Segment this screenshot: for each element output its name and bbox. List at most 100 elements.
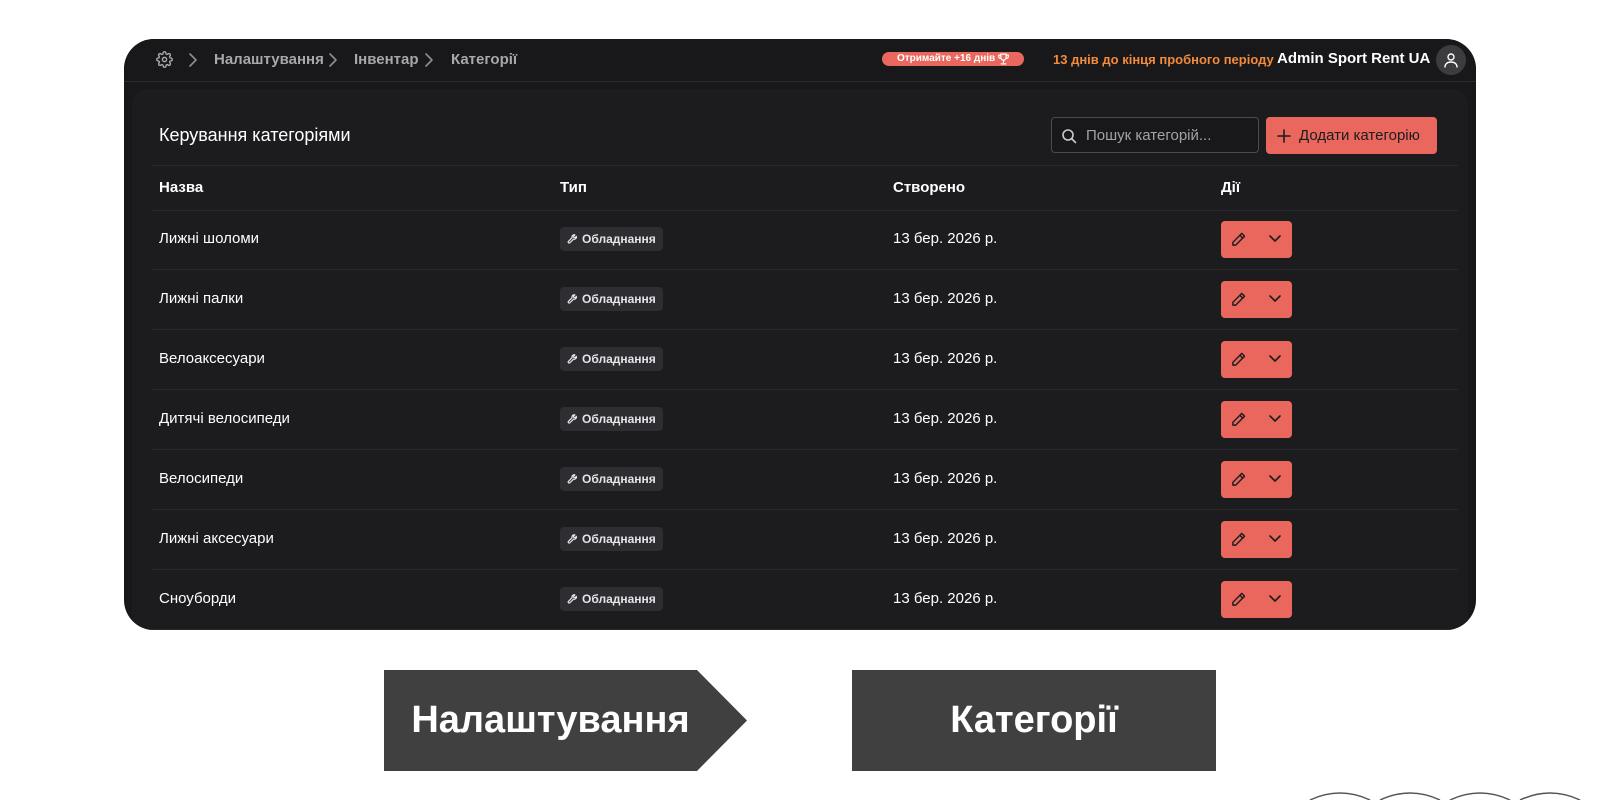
plus-icon	[1277, 129, 1291, 143]
row-actions	[1221, 221, 1292, 258]
pencil-icon	[1232, 532, 1246, 546]
category-name: Лижні шоломи	[159, 230, 260, 247]
table-row: Дитячі велосипеди Обладнання 13 бер. 2026 …	[151, 390, 1458, 450]
table-row: Лижні аксесуари Обладнання 13 бер. 2026 р.	[151, 510, 1458, 570]
created-date: 13 бер. 2026 р.	[893, 590, 998, 607]
table-row: Лижні палки Обладнання 13 бер. 2026 р.	[151, 270, 1458, 330]
category-name: Лижні палки	[159, 290, 244, 307]
app-window: Налаштування Інвентар Категорії Отримайт…	[124, 39, 1476, 630]
row-actions	[1221, 521, 1292, 558]
more-actions-button[interactable]	[1257, 461, 1292, 498]
chevron-right-icon	[425, 53, 433, 67]
type-badge: Обладнання	[560, 527, 663, 551]
categories-callout: Категорії	[852, 670, 1216, 771]
pencil-icon	[1232, 412, 1246, 426]
chevron-down-icon	[1269, 415, 1281, 422]
breadcrumb-inventory[interactable]: Інвентар	[354, 50, 419, 70]
trophy-icon	[998, 53, 1009, 65]
category-name: Велоаксесуари	[159, 350, 265, 367]
wrench-icon	[567, 414, 577, 424]
column-header-name: Назва	[159, 179, 204, 196]
edit-button[interactable]	[1221, 401, 1256, 438]
company-name: Admin Sport Rent UA	[1277, 50, 1431, 67]
pencil-icon	[1232, 352, 1246, 366]
more-actions-button[interactable]	[1257, 581, 1292, 618]
edit-button[interactable]	[1221, 281, 1256, 318]
type-badge: Обладнання	[560, 587, 663, 611]
type-label: Обладнання	[582, 232, 656, 246]
more-actions-button[interactable]	[1257, 521, 1292, 558]
type-badge: Обладнання	[560, 407, 663, 431]
top-bar: Налаштування Інвентар Категорії Отримайт…	[124, 39, 1476, 82]
more-actions-button[interactable]	[1257, 341, 1292, 378]
table-header: Назва Тип Створено Дії	[151, 165, 1458, 211]
edit-button[interactable]	[1221, 341, 1256, 378]
more-actions-button[interactable]	[1257, 221, 1292, 258]
chevron-down-icon	[1269, 595, 1281, 602]
edit-button[interactable]	[1221, 221, 1256, 258]
type-badge: Обладнання	[560, 467, 663, 491]
search-input[interactable]	[1086, 118, 1252, 152]
wrench-icon	[567, 294, 577, 304]
created-date: 13 бер. 2026 р.	[893, 470, 998, 487]
type-label: Обладнання	[582, 352, 656, 366]
chevron-down-icon	[1269, 355, 1281, 362]
categories-panel: Керування категоріями Додати категорію Н…	[132, 89, 1468, 630]
more-actions-button[interactable]	[1257, 281, 1292, 318]
breadcrumb-settings[interactable]: Налаштування	[214, 50, 324, 70]
chevron-right-icon	[329, 53, 337, 67]
wrench-icon	[567, 534, 577, 544]
type-badge: Обладнання	[560, 287, 663, 311]
category-name: Дитячі велосипеди	[159, 410, 290, 427]
type-label: Обладнання	[582, 292, 656, 306]
pencil-icon	[1232, 232, 1246, 246]
pencil-icon	[1232, 592, 1246, 606]
column-header-type: Тип	[560, 179, 587, 196]
trial-remaining-text[interactable]: 13 днів до кінця пробного періоду	[1053, 50, 1274, 70]
pencil-icon	[1232, 292, 1246, 306]
settings-callout-label: Налаштування	[411, 699, 690, 741]
add-category-button[interactable]: Додати категорію	[1266, 117, 1437, 154]
gear-icon[interactable]	[156, 51, 173, 68]
edit-button[interactable]	[1221, 581, 1256, 618]
user-avatar[interactable]	[1436, 45, 1466, 75]
decorative-arcs	[1309, 792, 1581, 800]
add-category-label: Додати категорію	[1299, 127, 1420, 144]
search-box[interactable]	[1051, 117, 1259, 153]
breadcrumb-categories: Категорії	[451, 51, 518, 68]
created-date: 13 бер. 2026 р.	[893, 530, 998, 547]
table-row: Велосипеди Обладнання 13 бер. 2026 р.	[151, 450, 1458, 510]
created-date: 13 бер. 2026 р.	[893, 410, 998, 427]
edit-button[interactable]	[1221, 521, 1256, 558]
table-row: Лижні шоломи Обладнання 13 бер. 2026 р.	[151, 210, 1458, 270]
chevron-down-icon	[1269, 535, 1281, 542]
type-badge: Обладнання	[560, 347, 663, 371]
wrench-icon	[567, 234, 577, 244]
search-icon	[1062, 129, 1077, 144]
table-row: Велоаксесуари Обладнання 13 бер. 2026 р.	[151, 330, 1458, 390]
created-date: 13 бер. 2026 р.	[893, 230, 998, 247]
user-icon	[1444, 53, 1458, 68]
row-actions	[1221, 581, 1292, 618]
row-actions	[1221, 401, 1292, 438]
edit-button[interactable]	[1221, 461, 1256, 498]
created-date: 13 бер. 2026 р.	[893, 350, 998, 367]
category-name: Сноуборди	[159, 590, 237, 607]
more-actions-button[interactable]	[1257, 401, 1292, 438]
row-actions	[1221, 281, 1292, 318]
created-date: 13 бер. 2026 р.	[893, 290, 998, 307]
row-actions	[1221, 341, 1292, 378]
type-badge: Обладнання	[560, 227, 663, 251]
type-label: Обладнання	[582, 472, 656, 486]
wrench-icon	[567, 354, 577, 364]
settings-callout: Налаштування	[384, 670, 747, 771]
type-label: Обладнання	[582, 412, 656, 426]
category-name: Велосипеди	[159, 470, 244, 487]
chevron-down-icon	[1269, 235, 1281, 242]
table-row: Сноуборди Обладнання 13 бер. 2026 р.	[151, 570, 1458, 630]
chevron-right-icon	[189, 53, 197, 67]
promo-badge[interactable]: Отримайте +16 днів	[882, 52, 1024, 66]
type-label: Обладнання	[582, 532, 656, 546]
chevron-down-icon	[1269, 295, 1281, 302]
wrench-icon	[567, 594, 577, 604]
